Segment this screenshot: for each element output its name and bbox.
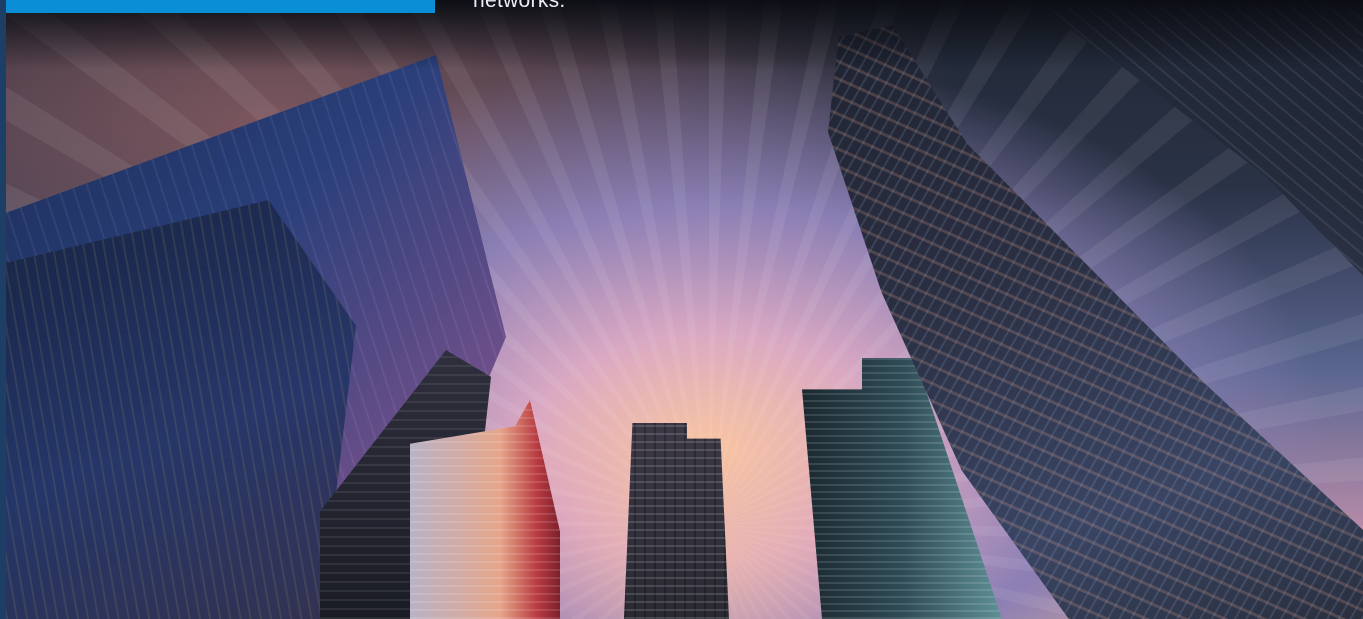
hero-image: networks.: [0, 0, 1363, 619]
skyscraper-center: [624, 423, 729, 619]
hero-caption: networks.: [473, 0, 566, 12]
blue-banner: [6, 0, 435, 13]
skyscraper-glass-left-front: [6, 200, 356, 619]
left-edge-bar: [0, 0, 6, 619]
